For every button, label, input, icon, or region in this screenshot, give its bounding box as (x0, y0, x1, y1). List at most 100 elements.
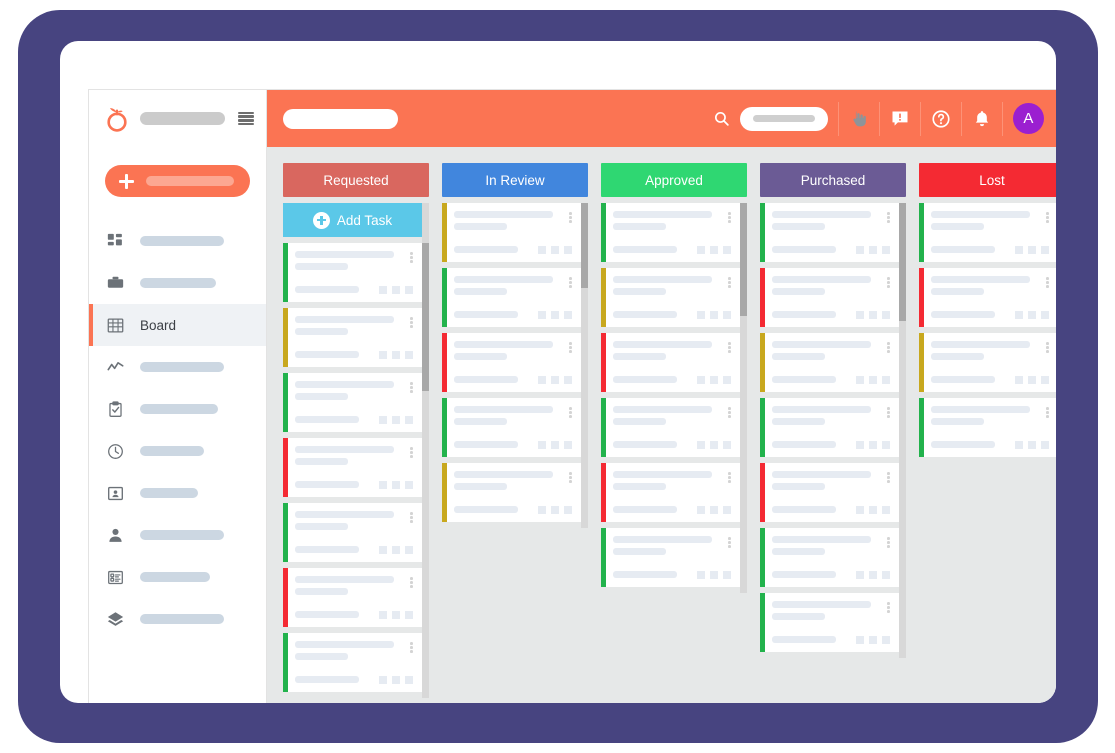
card-menu-icon[interactable] (887, 602, 890, 613)
sidebar-item-label-placeholder (140, 278, 216, 288)
task-card[interactable] (283, 633, 422, 692)
task-card[interactable] (283, 503, 422, 562)
column-scrollbar[interactable] (422, 203, 429, 698)
task-card[interactable] (919, 268, 1056, 327)
task-card[interactable] (283, 568, 422, 627)
card-title-placeholder (772, 276, 872, 283)
card-menu-icon[interactable] (569, 277, 572, 288)
card-menu-icon[interactable] (1046, 342, 1049, 353)
task-card[interactable] (919, 203, 1056, 262)
card-menu-icon[interactable] (569, 212, 572, 223)
create-new-button[interactable] (105, 165, 250, 197)
task-card[interactable] (283, 308, 422, 367)
card-menu-icon[interactable] (887, 537, 890, 548)
task-card[interactable] (760, 333, 899, 392)
task-card[interactable] (442, 398, 581, 457)
task-card[interactable] (760, 528, 899, 587)
card-menu-icon[interactable] (1046, 212, 1049, 223)
cursor-hand-icon[interactable] (849, 109, 869, 129)
task-card[interactable] (760, 203, 899, 262)
card-menu-icon[interactable] (887, 472, 890, 483)
card-menu-icon[interactable] (410, 447, 413, 458)
column-scrollbar[interactable] (899, 203, 906, 658)
column-scrollbar[interactable] (581, 203, 588, 528)
sidebar-item-layers[interactable] (89, 598, 266, 640)
card-menu-icon[interactable] (410, 512, 413, 523)
column-scrollbar[interactable] (740, 203, 747, 593)
scrollbar-thumb[interactable] (899, 203, 906, 322)
card-menu-icon[interactable] (410, 577, 413, 588)
scrollbar-thumb[interactable] (581, 203, 588, 288)
card-subtitle-placeholder (454, 418, 507, 425)
column-header[interactable]: Requested (283, 163, 429, 197)
card-meta-placeholder (931, 441, 995, 448)
card-menu-icon[interactable] (1046, 277, 1049, 288)
add-task-button[interactable]: Add Task (283, 203, 422, 237)
briefcase-icon (107, 275, 124, 292)
feedback-icon[interactable] (890, 109, 910, 129)
sidebar-item-form-list[interactable] (89, 556, 266, 598)
task-card[interactable] (442, 333, 581, 392)
person-icon (107, 527, 124, 544)
sidebar-item-briefcase[interactable] (89, 262, 266, 304)
task-card[interactable] (601, 398, 740, 457)
card-menu-icon[interactable] (410, 252, 413, 263)
task-card[interactable] (919, 333, 1056, 392)
search-input[interactable] (740, 106, 828, 131)
task-card[interactable] (760, 593, 899, 652)
task-card[interactable] (601, 333, 740, 392)
card-meta-placeholder (454, 441, 518, 448)
task-card[interactable] (601, 203, 740, 262)
card-menu-icon[interactable] (728, 342, 731, 353)
task-card[interactable] (442, 268, 581, 327)
task-card[interactable] (601, 268, 740, 327)
card-menu-icon[interactable] (410, 642, 413, 653)
task-card[interactable] (442, 203, 581, 262)
sidebar-item-board[interactable]: Board (89, 304, 266, 346)
card-menu-icon[interactable] (887, 277, 890, 288)
scrollbar-thumb[interactable] (422, 242, 429, 392)
card-menu-icon[interactable] (728, 472, 731, 483)
sidebar-item-chart-line[interactable] (89, 346, 266, 388)
card-menu-icon[interactable] (887, 212, 890, 223)
column-header[interactable]: Approved (601, 163, 747, 197)
card-menu-icon[interactable] (569, 342, 572, 353)
task-card[interactable] (442, 463, 581, 522)
card-menu-icon[interactable] (569, 407, 572, 418)
task-card[interactable] (760, 398, 899, 457)
card-menu-icon[interactable] (728, 212, 731, 223)
sidebar-item-dashboard[interactable] (89, 220, 266, 262)
sidebar-item-clipboard-check[interactable] (89, 388, 266, 430)
card-menu-icon[interactable] (887, 407, 890, 418)
task-card[interactable] (760, 268, 899, 327)
card-menu-icon[interactable] (1046, 407, 1049, 418)
card-menu-icon[interactable] (728, 277, 731, 288)
task-card[interactable] (283, 373, 422, 432)
scrollbar-thumb[interactable] (740, 203, 747, 317)
card-menu-icon[interactable] (887, 342, 890, 353)
column-header[interactable]: In Review (442, 163, 588, 197)
card-menu-icon[interactable] (569, 472, 572, 483)
card-menu-icon[interactable] (410, 382, 413, 393)
card-badges (697, 376, 731, 384)
sidebar-item-id-card[interactable] (89, 472, 266, 514)
sidebar-item-clock[interactable] (89, 430, 266, 472)
sidebar-item-person[interactable] (89, 514, 266, 556)
card-menu-icon[interactable] (728, 407, 731, 418)
task-card[interactable] (601, 463, 740, 522)
hamburger-icon[interactable] (238, 111, 254, 126)
task-card[interactable] (283, 243, 422, 302)
card-menu-icon[interactable] (728, 537, 731, 548)
card-menu-icon[interactable] (410, 317, 413, 328)
search-icon[interactable] (713, 110, 730, 127)
avatar[interactable]: A (1013, 103, 1044, 134)
task-card[interactable] (760, 463, 899, 522)
help-icon[interactable] (931, 109, 951, 129)
task-card[interactable] (601, 528, 740, 587)
column-header[interactable]: Lost (919, 163, 1056, 197)
column-header[interactable]: Purchased (760, 163, 906, 197)
task-card[interactable] (283, 438, 422, 497)
card-subtitle-placeholder (295, 458, 348, 465)
task-card[interactable] (919, 398, 1056, 457)
bell-icon[interactable] (972, 109, 992, 129)
